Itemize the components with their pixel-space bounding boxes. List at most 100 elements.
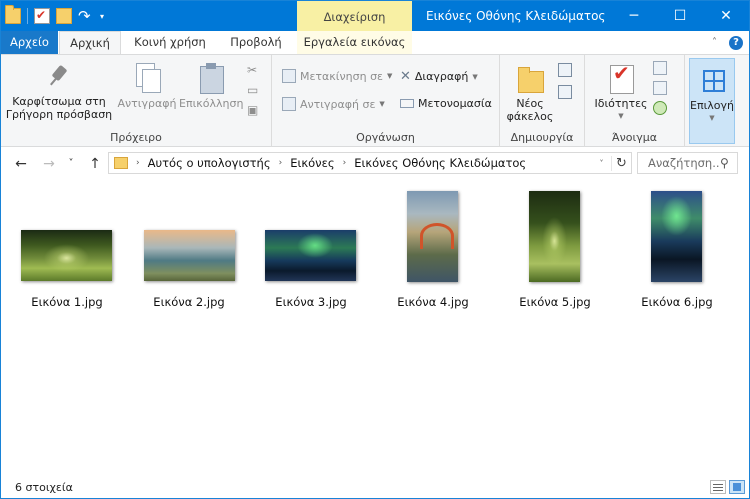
- properties-button[interactable]: Ιδιότητες ▼: [591, 63, 651, 123]
- close-button[interactable]: ✕: [703, 1, 749, 31]
- new-folder-button[interactable]: Νέος φάκελος: [504, 63, 556, 123]
- group-organize: Μετακίνηση σε ▼ Αντιγραφή σε ▼ ✕ Διαγραφ…: [272, 55, 500, 147]
- minimize-button[interactable]: ─: [611, 1, 657, 31]
- chevron-down-icon: ▼: [618, 112, 624, 120]
- paste-icon: [197, 63, 225, 94]
- tab-share[interactable]: Κοινή χρήση: [125, 31, 215, 54]
- maximize-button[interactable]: ☐: [657, 1, 703, 31]
- properties-icon[interactable]: [34, 8, 50, 24]
- breadcrumb-separator[interactable]: ›: [343, 158, 347, 168]
- history-icon[interactable]: [653, 101, 667, 115]
- file-name: Εικόνα 1.jpg: [31, 295, 103, 309]
- ribbon: Καρφίτσωμα στη Γρήγορη πρόσβαση Αντιγραφ…: [1, 54, 749, 147]
- back-button[interactable]: ←: [11, 154, 31, 174]
- copy-button[interactable]: Αντιγραφή: [117, 63, 177, 110]
- up-button[interactable]: ↑: [85, 154, 105, 174]
- copy-to-icon: [282, 97, 296, 111]
- new-folder-label-line1: Νέος: [516, 97, 544, 110]
- file-name: Εικόνα 4.jpg: [397, 295, 469, 309]
- rename-icon: [400, 99, 414, 108]
- paste-label: Επικόλληση: [179, 97, 244, 110]
- copy-to-button[interactable]: Αντιγραφή σε ▼: [282, 97, 385, 111]
- breadcrumb-current-folder[interactable]: Εικόνες Οθόνης Κλειδώματος: [354, 156, 526, 170]
- easy-access-icon[interactable]: [558, 85, 572, 99]
- window-title: Εικόνες Οθόνης Κλειδώματος: [426, 9, 606, 23]
- tab-home[interactable]: Αρχική: [59, 31, 121, 55]
- group-label-open: Άνοιγμα: [612, 131, 657, 144]
- chevron-down-icon: ▼: [472, 72, 478, 81]
- forward-button[interactable]: →: [39, 154, 59, 174]
- new-folder-label-line2: φάκελος: [506, 110, 554, 123]
- rename-button[interactable]: Μετονομασία: [400, 97, 492, 110]
- file-view[interactable]: Εικόνα 1.jpg Εικόνα 2.jpg Εικόνα 3.jpg Ε…: [1, 181, 749, 477]
- chevron-down-icon: ▼: [379, 100, 385, 108]
- quick-access-toolbar: ↷ ▾: [5, 1, 104, 31]
- search-icon[interactable]: ⚲: [720, 156, 729, 170]
- breadcrumb-separator[interactable]: ›: [279, 158, 283, 168]
- explorer-window: ↷ ▾ Διαχείριση Εικόνες Οθόνης Κλειδώματο…: [0, 0, 750, 499]
- file-item[interactable]: Εικόνα 6.jpg: [627, 189, 727, 309]
- paste-button[interactable]: Επικόλληση: [179, 63, 243, 110]
- navigation-bar: ← → ˅ ↑ › Αυτός ο υπολογιστής › Εικόνες …: [1, 147, 749, 181]
- search-input[interactable]: [638, 156, 720, 170]
- undo-icon[interactable]: ↷: [78, 8, 94, 24]
- new-item-icon[interactable]: [558, 63, 572, 77]
- image-thumbnail: [144, 230, 235, 281]
- file-name: Εικόνα 3.jpg: [275, 295, 347, 309]
- move-to-label: Μετακίνηση σε: [300, 69, 383, 83]
- large-icons-view-button[interactable]: [729, 480, 745, 494]
- file-item[interactable]: Εικόνα 5.jpg: [505, 189, 605, 309]
- image-thumbnail: [651, 191, 702, 282]
- status-bar: 6 στοιχεία: [1, 477, 749, 498]
- help-icon[interactable]: ?: [729, 35, 743, 50]
- file-item[interactable]: Εικόνα 3.jpg: [261, 189, 361, 309]
- recent-locations-button[interactable]: ˅: [61, 154, 81, 174]
- clipboard-small-tools: ✂ ▭ ▣: [247, 63, 258, 117]
- move-to-icon: [282, 69, 296, 83]
- paste-shortcut-icon[interactable]: ▣: [247, 103, 258, 117]
- copy-path-icon[interactable]: ▭: [247, 83, 258, 97]
- pin-label-line1: Καρφίτσωμα στη: [12, 95, 106, 108]
- properties-icon: [607, 63, 635, 94]
- breadcrumb-pictures[interactable]: Εικόνες: [290, 156, 334, 170]
- chevron-down-icon: ▼: [709, 114, 715, 122]
- file-name: Εικόνα 6.jpg: [641, 295, 713, 309]
- file-name: Εικόνα 5.jpg: [519, 295, 591, 309]
- tab-view[interactable]: Προβολή: [219, 31, 293, 54]
- delete-button[interactable]: ✕ Διαγραφή ▼: [400, 69, 478, 84]
- pin-label-line2: Γρήγορη πρόσβαση: [5, 108, 113, 121]
- contextual-tab-manage[interactable]: Διαχείριση: [297, 1, 412, 31]
- image-thumbnail: [21, 230, 112, 281]
- new-folder-icon[interactable]: [56, 8, 72, 24]
- tab-file[interactable]: Αρχείο: [1, 31, 58, 54]
- ribbon-tabs-right: ˄ ?: [712, 31, 743, 54]
- item-count: 6 στοιχεία: [15, 481, 73, 494]
- address-bar[interactable]: › Αυτός ο υπολογιστής › Εικόνες › Εικόνε…: [108, 152, 632, 174]
- tab-picture-tools[interactable]: Εργαλεία εικόνας: [297, 31, 412, 54]
- pin-quick-access-button[interactable]: Καρφίτσωμα στη Γρήγορη πρόσβαση: [5, 63, 113, 121]
- move-to-button[interactable]: Μετακίνηση σε ▼: [282, 69, 392, 83]
- file-item[interactable]: Εικόνα 2.jpg: [139, 189, 239, 309]
- new-small-tools: [558, 63, 572, 99]
- select-button[interactable]: Επιλογή ▼: [689, 58, 735, 144]
- select-icon: [698, 65, 726, 95]
- open-icon[interactable]: [653, 61, 667, 75]
- search-box[interactable]: ⚲: [637, 152, 738, 174]
- file-item[interactable]: Εικόνα 1.jpg: [17, 189, 117, 309]
- details-view-button[interactable]: [710, 480, 726, 494]
- copy-icon: [133, 63, 161, 93]
- qat-customize-dropdown[interactable]: ▾: [100, 12, 104, 21]
- cut-icon[interactable]: ✂: [247, 63, 258, 77]
- qat-separator: [27, 8, 28, 24]
- file-item[interactable]: Εικόνα 4.jpg: [383, 189, 483, 309]
- edit-icon[interactable]: [653, 81, 667, 95]
- copy-label: Αντιγραφή: [117, 97, 177, 110]
- breadcrumb-this-pc[interactable]: Αυτός ο υπολογιστής: [148, 156, 271, 170]
- collapse-ribbon-icon[interactable]: ˄: [712, 37, 717, 48]
- group-open: Ιδιότητες ▼ Άνοιγμα: [585, 55, 685, 147]
- open-small-tools: [653, 61, 667, 115]
- breadcrumb-separator[interactable]: ›: [136, 158, 140, 168]
- caption-buttons: ─ ☐ ✕: [611, 1, 749, 31]
- refresh-button[interactable]: ↻: [611, 155, 631, 171]
- address-dropdown-button[interactable]: ˅: [591, 159, 611, 168]
